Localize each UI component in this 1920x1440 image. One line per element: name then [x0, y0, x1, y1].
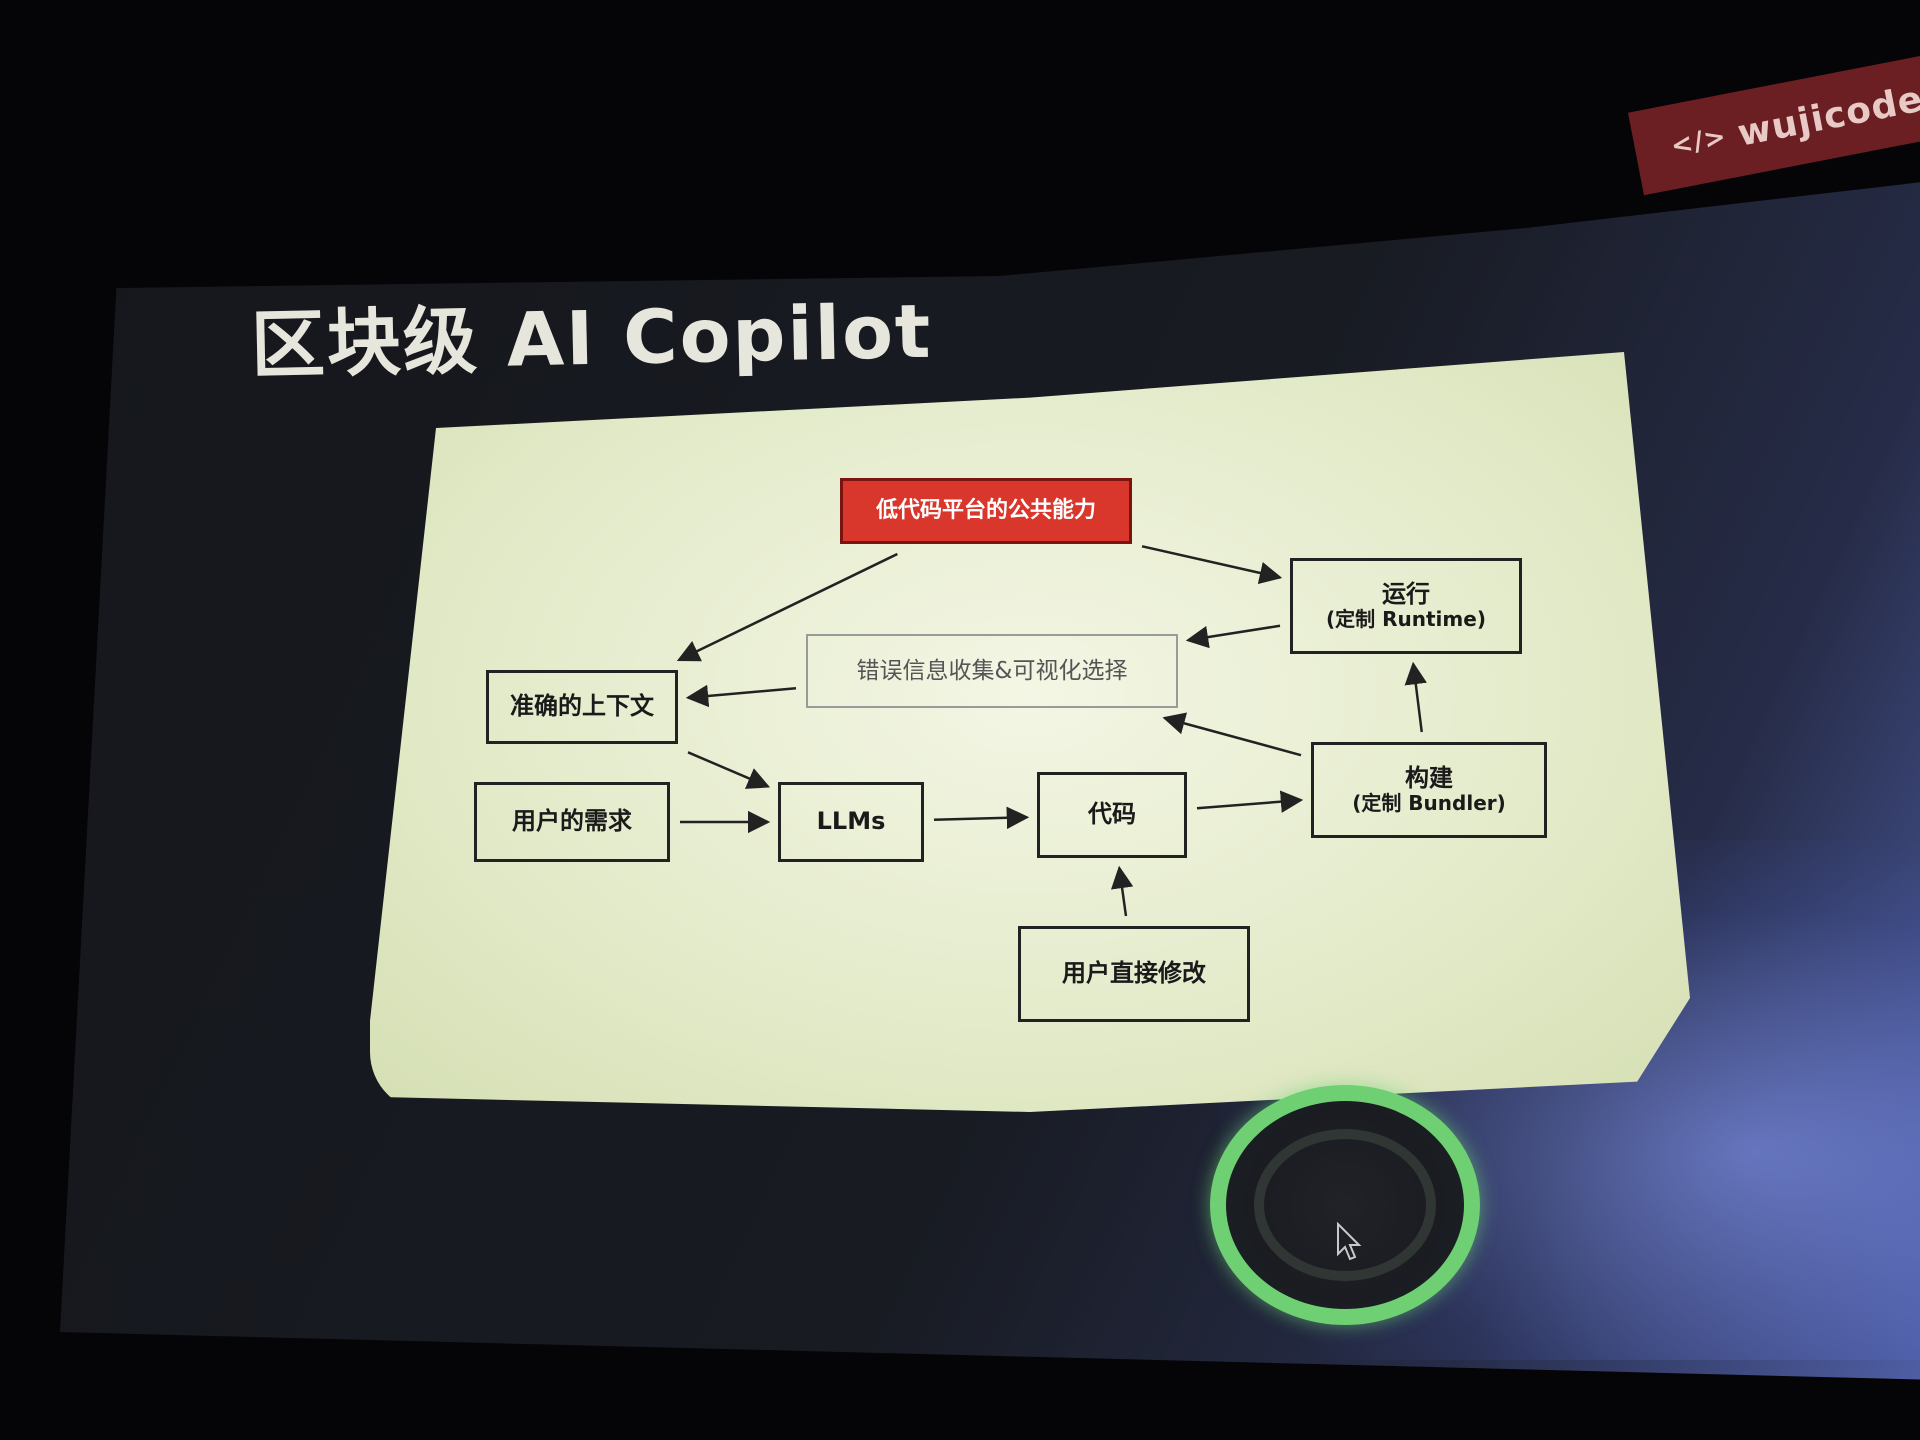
- node-build-sub: (定制 Bundler): [1352, 791, 1506, 816]
- node-code: 代码: [1037, 772, 1187, 858]
- node-runtime-title: 运行: [1382, 579, 1430, 608]
- edge-build-to-runtime: [1404, 661, 1427, 733]
- site-badge: </> wujicode.c: [1627, 55, 1920, 196]
- node-runtime: 运行 (定制 Runtime): [1290, 558, 1522, 654]
- node-edit: 用户直接修改: [1018, 926, 1250, 1022]
- flow-diagram: 低代码平台的公共能力 运行 (定制 Runtime) 错误信息收集&可视化选择 …: [370, 352, 1690, 1112]
- node-demand-label: 用户的需求: [512, 807, 632, 836]
- node-edit-label: 用户直接修改: [1062, 959, 1206, 988]
- edge-context-to-llms: [687, 751, 771, 789]
- node-error-label: 错误信息收集&可视化选择: [856, 657, 1128, 684]
- node-error: 错误信息收集&可视化选择: [806, 634, 1178, 708]
- node-build-title: 构建: [1405, 763, 1453, 792]
- edge-platform-to-runtime: [1141, 545, 1283, 585]
- edge-llms-to-code: [933, 806, 1030, 830]
- node-runtime-sub: (定制 Runtime): [1326, 607, 1486, 632]
- edge-edit-to-code: [1110, 865, 1134, 917]
- edge-build-to-error: [1162, 712, 1302, 757]
- code-brackets-icon: </>: [1668, 121, 1730, 162]
- edge-runtime-to-error: [1185, 624, 1281, 649]
- node-platform-label: 低代码平台的公共能力: [875, 498, 1096, 524]
- node-llms-label: LLMs: [816, 807, 886, 836]
- node-context: 准确的上下文: [486, 670, 678, 744]
- cursor-highlight-ring: [1210, 1085, 1480, 1325]
- node-demand: 用户的需求: [474, 782, 670, 862]
- node-build: 构建 (定制 Bundler): [1311, 742, 1547, 838]
- node-platform: 低代码平台的公共能力: [840, 478, 1132, 544]
- site-badge-text: wujicode.c: [1734, 71, 1920, 155]
- mouse-pointer-icon: [1337, 1222, 1362, 1261]
- node-code-label: 代码: [1088, 800, 1136, 829]
- edge-code-to-build: [1196, 790, 1304, 813]
- node-llms: LLMs: [778, 782, 924, 862]
- node-context-label: 准确的上下文: [510, 692, 654, 721]
- edge-error-to-context: [685, 684, 797, 708]
